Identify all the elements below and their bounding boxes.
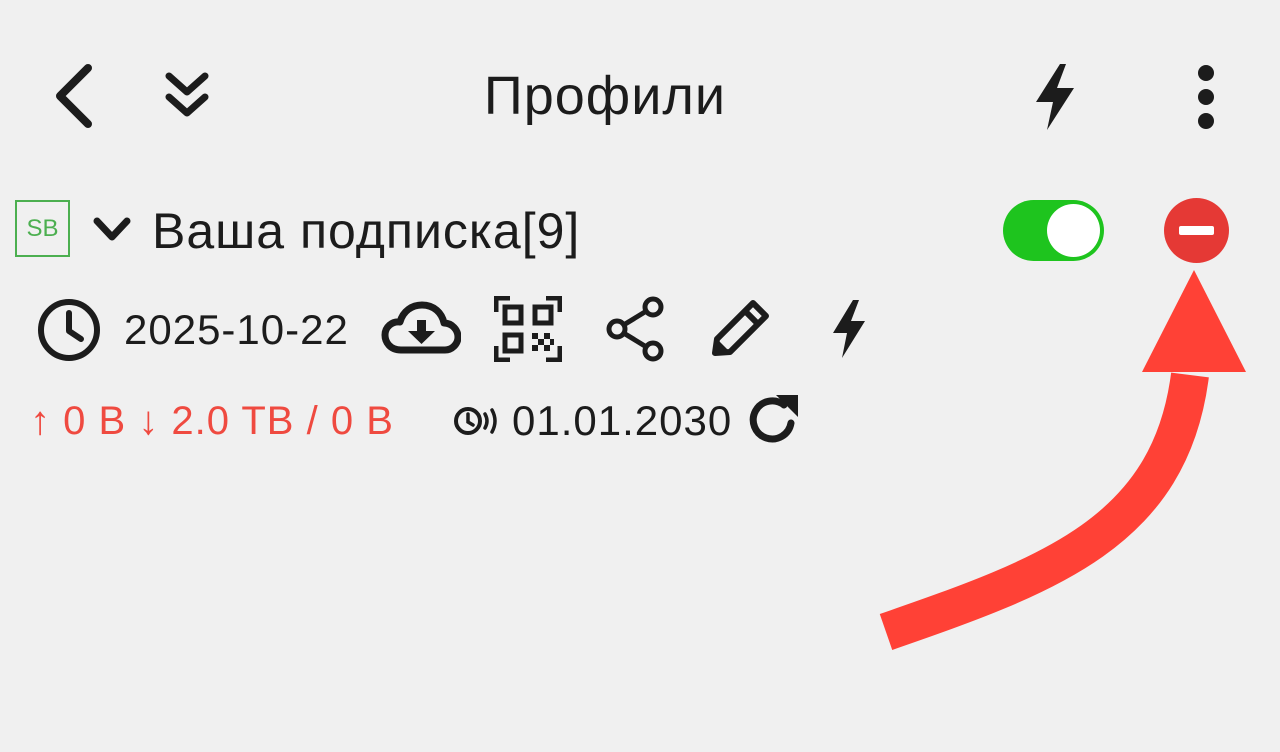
- subscription-enable-toggle[interactable]: [1003, 200, 1104, 261]
- more-menu-icon[interactable]: [1190, 64, 1222, 130]
- expiry-timer-icon: [452, 404, 504, 438]
- remove-subscription-button[interactable]: [1164, 198, 1229, 263]
- lightning-test-icon[interactable]: [830, 298, 868, 360]
- qr-code-icon[interactable]: [494, 296, 562, 362]
- share-icon[interactable]: [604, 296, 666, 362]
- edit-pencil-icon[interactable]: [709, 298, 773, 360]
- toggle-knob: [1047, 204, 1100, 257]
- expand-chevron-icon[interactable]: [92, 214, 132, 246]
- clock-icon: [36, 297, 102, 363]
- page-title: Профили: [483, 66, 727, 126]
- back-icon[interactable]: [50, 62, 100, 130]
- expiry-date: 01.01.2030: [512, 397, 733, 444]
- subscription-name[interactable]: Ваша подписка[9]: [152, 199, 580, 263]
- annotation-arrow: [870, 270, 1260, 670]
- minus-icon: [1179, 226, 1214, 235]
- lightning-icon[interactable]: [1032, 62, 1078, 132]
- cloud-download-icon[interactable]: [381, 300, 461, 358]
- collapse-all-icon[interactable]: [162, 70, 212, 120]
- profile-type-badge: SB: [15, 200, 70, 257]
- traffic-usage: ↑ 0 B ↓ 2.0 TB / 0 B: [30, 399, 394, 443]
- last-updated-date: 2025-10-22: [124, 306, 349, 353]
- refresh-icon[interactable]: [744, 392, 802, 450]
